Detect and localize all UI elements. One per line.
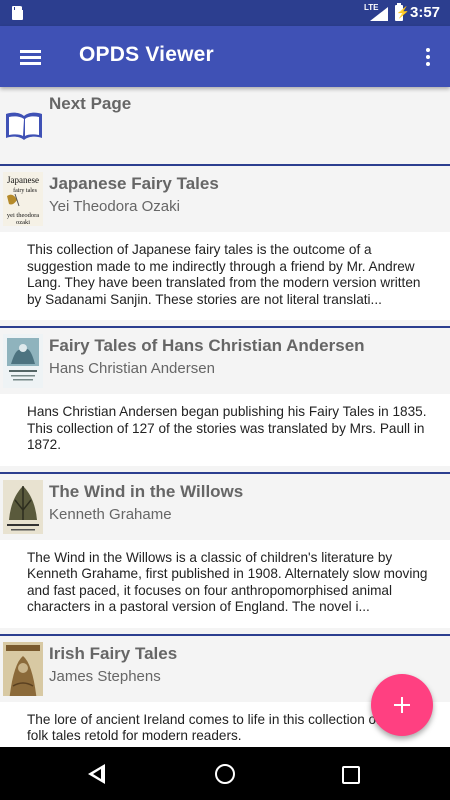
- system-nav-bar: [0, 747, 450, 800]
- list-item[interactable]: Japanese fairy tales yei theodora ozaki …: [0, 166, 450, 326]
- book-title: The Wind in the Willows: [49, 481, 244, 501]
- cover-line-1: Japanese: [7, 175, 39, 185]
- book-cover-thumbnail: [3, 334, 43, 388]
- book-author: James Stephens: [49, 667, 161, 685]
- sd-card-icon: [12, 6, 23, 20]
- book-cover-thumbnail: [3, 479, 43, 534]
- book-title: Fairy Tales of Hans Christian Andersen: [49, 336, 365, 355]
- cover-line-4: ozaki: [16, 219, 30, 226]
- cover-line-2: fairy tales: [13, 187, 37, 194]
- book-cover-thumbnail: Japanese fairy tales yei theodora ozaki: [3, 172, 43, 226]
- book-author: Kenneth Grahame: [49, 505, 172, 523]
- feed-list[interactable]: Next Page Japanese fairy tales yei theod…: [0, 87, 450, 747]
- book-summary: Hans Christian Andersen began publishing…: [18, 394, 450, 466]
- cover-line-3: yei theodora: [7, 212, 39, 219]
- book-title: Japanese Fairy Tales: [49, 174, 219, 193]
- app-title: OPDS Viewer: [79, 43, 214, 66]
- hamburger-menu-icon[interactable]: [12, 38, 50, 76]
- book-title: Irish Fairy Tales: [49, 643, 178, 663]
- charging-bolt-icon: ⚡: [396, 7, 410, 19]
- open-book-icon: [6, 112, 42, 140]
- book-author: Yei Theodora Ozaki: [49, 198, 180, 215]
- app-bar: OPDS Viewer: [0, 26, 450, 87]
- recents-icon[interactable]: [333, 756, 369, 792]
- book-summary: The Wind in the Willows is a classic of …: [18, 539, 450, 628]
- back-icon[interactable]: [80, 756, 116, 792]
- home-icon[interactable]: [207, 756, 243, 792]
- book-cover-thumbnail: [3, 641, 43, 696]
- add-button[interactable]: [371, 674, 433, 736]
- book-summary: This collection of Japanese fairy tales …: [18, 232, 450, 320]
- list-item[interactable]: The Wind in the Willows Kenneth Grahame …: [0, 473, 450, 634]
- signal-icon: [370, 7, 388, 21]
- more-vert-icon[interactable]: [416, 40, 440, 74]
- status-bar: LTE ⚡ 3:57: [0, 0, 450, 26]
- status-clock: 3:57: [410, 4, 441, 21]
- book-author: Hans Christian Andersen: [49, 360, 215, 377]
- list-item[interactable]: Fairy Tales of Hans Christian Andersen H…: [0, 328, 450, 472]
- next-page-item[interactable]: Next Page: [0, 87, 450, 164]
- next-page-label: Next Page: [49, 94, 132, 113]
